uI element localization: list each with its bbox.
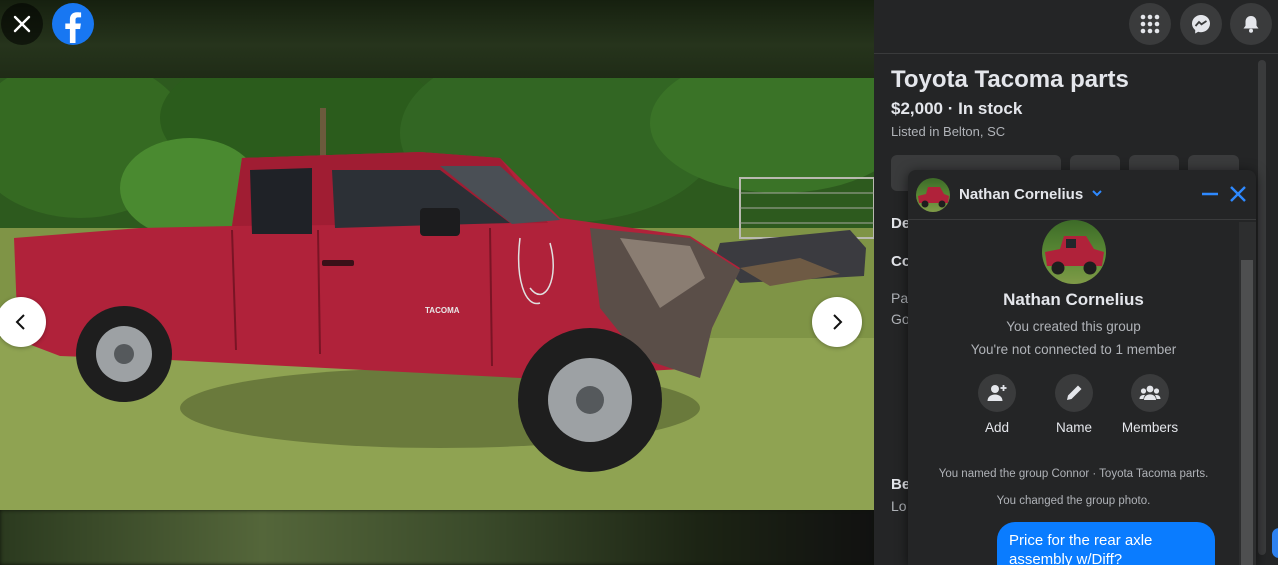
group-photo: [1042, 220, 1106, 284]
members-button[interactable]: Members: [1120, 374, 1180, 435]
close-viewer-button[interactable]: [1, 3, 43, 45]
group-created-text: You created this group: [1006, 319, 1141, 334]
chat-avatar: [916, 178, 950, 212]
members-icon: [1139, 385, 1161, 400]
chevron-left-icon: [15, 314, 25, 330]
photo-blur-backdrop: [0, 510, 874, 565]
listing-price-status: $2,000 · In stock: [891, 99, 1023, 118]
minimize-chat-icon[interactable]: [1200, 184, 1220, 204]
close-icon: [13, 15, 31, 33]
chat-header-name[interactable]: Nathan Cornelius: [959, 186, 1083, 203]
next-photo-button[interactable]: [812, 297, 862, 347]
new-message-fab-partial[interactable]: [1272, 528, 1278, 558]
close-chat-icon[interactable]: [1228, 184, 1248, 204]
seller-location-partial: Lo: [891, 498, 907, 514]
truck-badge-text: TACOMA: [425, 306, 460, 315]
pencil-icon: [1067, 385, 1082, 400]
sent-message-bubble[interactable]: Price for the rear axle assembly w/Diff?: [997, 522, 1215, 565]
chat-header[interactable]: Nathan Cornelius: [908, 170, 1256, 220]
chevron-down-icon[interactable]: [1091, 188, 1103, 198]
grid-menu-icon: [1140, 14, 1160, 34]
facebook-logo-link[interactable]: [52, 3, 94, 45]
group-name: Nathan Cornelius: [1003, 290, 1144, 309]
panel-scrollbar-thumb[interactable]: [1258, 60, 1266, 555]
description-line-partial-1: Pa: [891, 290, 909, 306]
members-label: Members: [1121, 420, 1179, 435]
listing-photo: TACOMA: [0, 78, 874, 510]
messenger-icon: [1192, 15, 1210, 34]
marketplace-photo-viewer: TACOMA Toyota Tacoma parts $2,000 · In s…: [0, 0, 1278, 565]
facebook-logo-icon: [65, 12, 82, 44]
top-bar: [874, 0, 1278, 54]
rename-group-button[interactable]: Name: [1044, 374, 1104, 435]
add-member-button[interactable]: Add: [967, 374, 1027, 435]
listing-location: Listed in Belton, SC: [891, 124, 1006, 139]
description-line-partial-2: Go: [891, 311, 910, 327]
truck-avatar-image: [918, 187, 949, 208]
notifications-button[interactable]: [1230, 3, 1272, 45]
photo-viewer: TACOMA: [0, 0, 874, 565]
bell-icon: [1243, 16, 1259, 33]
system-message-renamed: You named the group Connor · Toyota Taco…: [938, 468, 1209, 480]
rename-group-label: Name: [1055, 420, 1092, 435]
truck-group-photo-image: [1045, 236, 1104, 275]
add-person-icon: [987, 385, 1007, 401]
menu-button[interactable]: [1129, 3, 1171, 45]
chat-window: Nathan Cornelius Nathan Cornelius You cr…: [908, 170, 1256, 565]
truck-photo-image: TACOMA: [0, 78, 874, 510]
messenger-button[interactable]: [1180, 3, 1222, 45]
chevron-right-icon: [833, 314, 843, 330]
group-connection-text: You're not connected to 1 member: [970, 342, 1177, 357]
add-member-label: Add: [984, 420, 1010, 435]
listing-title: Toyota Tacoma parts: [891, 66, 1129, 93]
chat-scrollbar-thumb[interactable]: [1241, 260, 1253, 565]
system-message-photo: You changed the group photo.: [996, 495, 1151, 507]
